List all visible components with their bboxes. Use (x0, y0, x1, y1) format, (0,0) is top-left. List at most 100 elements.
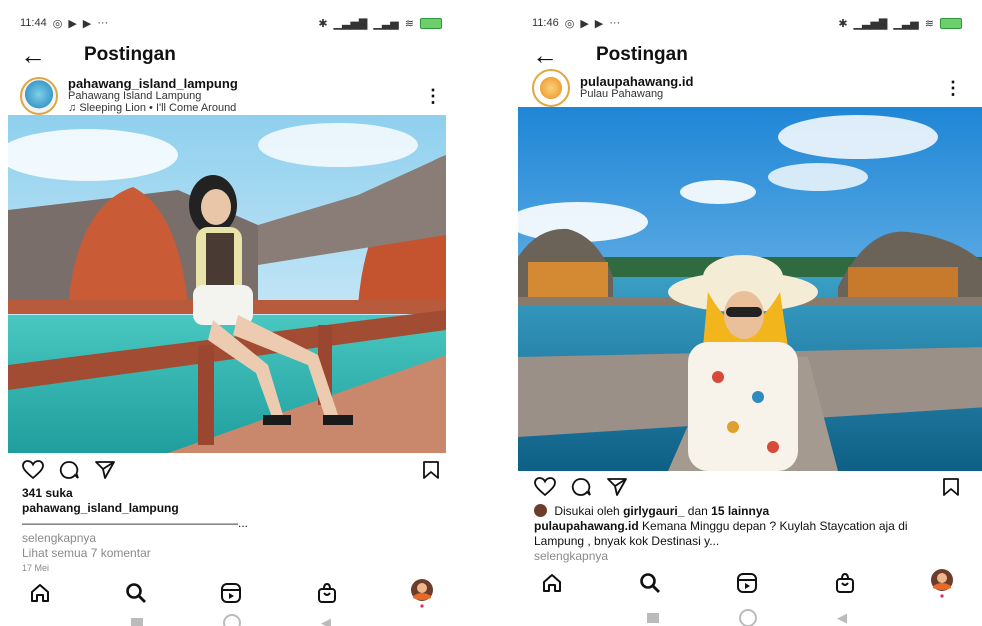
caption-text: ——————————————————... (22, 516, 249, 530)
post-location[interactable]: Pahawang Island Lampung (68, 90, 238, 102)
more-options-icon[interactable]: ⋮ (424, 86, 442, 107)
view-comments-link[interactable]: Lihat semua 7 komentar (22, 546, 440, 561)
post-username[interactable]: pulaupahawang.id (580, 75, 693, 88)
status-time: 11:44 (20, 17, 47, 29)
liked-by-others[interactable]: 15 lainnya (711, 504, 769, 518)
battery-icon (420, 17, 442, 29)
home-circle-icon[interactable] (739, 609, 757, 626)
read-more-link[interactable]: selengkapnya (534, 549, 960, 564)
header: ← Postingan (20, 40, 442, 70)
more-notifications-icon: ··· (609, 17, 621, 29)
post-caption: 341 suka pahawang_island_lampung ———————… (22, 486, 440, 576)
status-bar: 11:44 ◎ ▶ ▶ ··· ✱ ▁▃▅▇ ▁▃▅ ≋ (20, 14, 442, 32)
likes-count[interactable]: 341 suka (22, 486, 440, 501)
bookmark-icon[interactable] (942, 477, 960, 497)
status-bar: 11:46 ◎ ▶ ▶ ··· ✱ ▁▃▅▇ ▁▃▅ ≋ (532, 14, 962, 32)
system-navigation: ◀ (0, 614, 462, 626)
nav-reels[interactable] (727, 572, 767, 594)
back-arrow-icon[interactable]: ← (532, 42, 572, 68)
shop-icon (835, 572, 854, 593)
system-navigation: ◀ (512, 609, 982, 626)
page-title: Postingan (84, 44, 176, 65)
comment-icon[interactable] (58, 460, 80, 480)
liked-by-row[interactable]: Disukai oleh girlygauri_ dan 15 lainnya (534, 504, 960, 519)
whatsapp-icon: ◎ (564, 17, 575, 30)
bluetooth-icon: ✱ (318, 17, 328, 30)
signal-icon: ▁▃▅▇ (333, 17, 368, 30)
heart-icon[interactable] (534, 477, 556, 497)
nav-search[interactable] (116, 582, 156, 604)
nav-home[interactable] (532, 572, 572, 594)
share-icon[interactable] (94, 460, 116, 480)
search-icon (639, 573, 660, 593)
play-icon: ▶ (594, 17, 604, 30)
photo-woman-on-pier (8, 115, 446, 453)
liker-avatar (534, 504, 547, 517)
signal-icon: ▁▃▅ (893, 17, 919, 30)
bottom-navigation (532, 566, 962, 600)
post-photo[interactable] (8, 115, 446, 453)
post-date: 17 Mei (22, 563, 50, 573)
status-time: 11:46 (532, 17, 559, 29)
play-icon: ▶ (82, 17, 92, 30)
profile-avatar-icon (931, 569, 953, 598)
comment-icon[interactable] (570, 477, 592, 497)
more-options-icon[interactable]: ⋮ (944, 78, 962, 99)
liked-by-user[interactable]: girlygauri_ (623, 504, 684, 518)
whatsapp-icon: ◎ (52, 17, 63, 30)
post-actions (22, 460, 440, 484)
post-header: pahawang_island_lampung Pahawang Island … (20, 77, 442, 115)
photo-woman-in-hat (518, 107, 982, 471)
post-music[interactable]: ♫ Sleeping Lion • I'll Come Around (68, 102, 238, 114)
nav-reels[interactable] (211, 582, 251, 604)
page-title: Postingan (596, 44, 688, 65)
post-username[interactable]: pahawang_island_lampung (68, 77, 238, 90)
music-note-icon: ♫ (68, 102, 80, 114)
reels-icon (221, 583, 241, 603)
nav-shop[interactable] (825, 572, 865, 594)
nav-profile[interactable] (402, 578, 442, 608)
nav-profile[interactable] (922, 568, 962, 598)
liked-by-prefix: Disukai oleh (554, 504, 620, 518)
shop-icon (317, 582, 336, 603)
back-triangle-icon[interactable]: ◀ (321, 615, 331, 626)
home-icon (543, 574, 561, 592)
home-icon (31, 584, 49, 602)
home-circle-icon[interactable] (223, 614, 241, 626)
post-caption: Disukai oleh girlygauri_ dan 15 lainnya … (534, 504, 960, 564)
heart-icon[interactable] (22, 460, 44, 480)
share-icon[interactable] (606, 477, 628, 497)
liked-by-mid: dan (687, 504, 708, 518)
post-photo[interactable] (518, 107, 982, 471)
post-actions (534, 477, 960, 501)
caption-username[interactable]: pulaupahawang.id (534, 519, 639, 533)
music-label: Sleeping Lion • I'll Come Around (79, 102, 237, 114)
wifi-icon: ≋ (404, 17, 414, 30)
signal-icon: ▁▃▅▇ (853, 17, 888, 30)
header: ← Postingan (532, 40, 962, 70)
signal-icon: ▁▃▅ (373, 17, 399, 30)
caption-username[interactable]: pahawang_island_lampung (22, 501, 440, 516)
battery-icon (940, 17, 962, 29)
bottom-navigation (20, 576, 442, 610)
post-header: pulaupahawang.id Pulau Pahawang ⋮ (532, 69, 962, 107)
more-notifications-icon: ··· (97, 17, 109, 29)
profile-avatar-icon (411, 579, 433, 608)
nav-home[interactable] (20, 582, 60, 604)
avatar[interactable] (532, 69, 570, 107)
phone-screen-right: 11:46 ◎ ▶ ▶ ··· ✱ ▁▃▅▇ ▁▃▅ ≋ ← Postingan… (512, 0, 982, 626)
recent-apps-icon[interactable] (131, 618, 143, 626)
bluetooth-icon: ✱ (838, 17, 848, 30)
back-arrow-icon[interactable]: ← (20, 42, 60, 68)
back-triangle-icon[interactable]: ◀ (837, 610, 847, 626)
phone-screen-left: 11:44 ◎ ▶ ▶ ··· ✱ ▁▃▅▇ ▁▃▅ ≋ ← Postingan… (0, 0, 462, 626)
bookmark-icon[interactable] (422, 460, 440, 480)
play-icon: ▶ (580, 17, 589, 30)
recent-apps-icon[interactable] (647, 613, 659, 623)
nav-search[interactable] (630, 572, 670, 594)
read-more-link[interactable]: selengkapnya (22, 531, 440, 546)
avatar[interactable] (20, 77, 58, 115)
post-location[interactable]: Pulau Pahawang (580, 88, 693, 100)
nav-shop[interactable] (307, 582, 347, 604)
reels-icon (737, 573, 757, 593)
